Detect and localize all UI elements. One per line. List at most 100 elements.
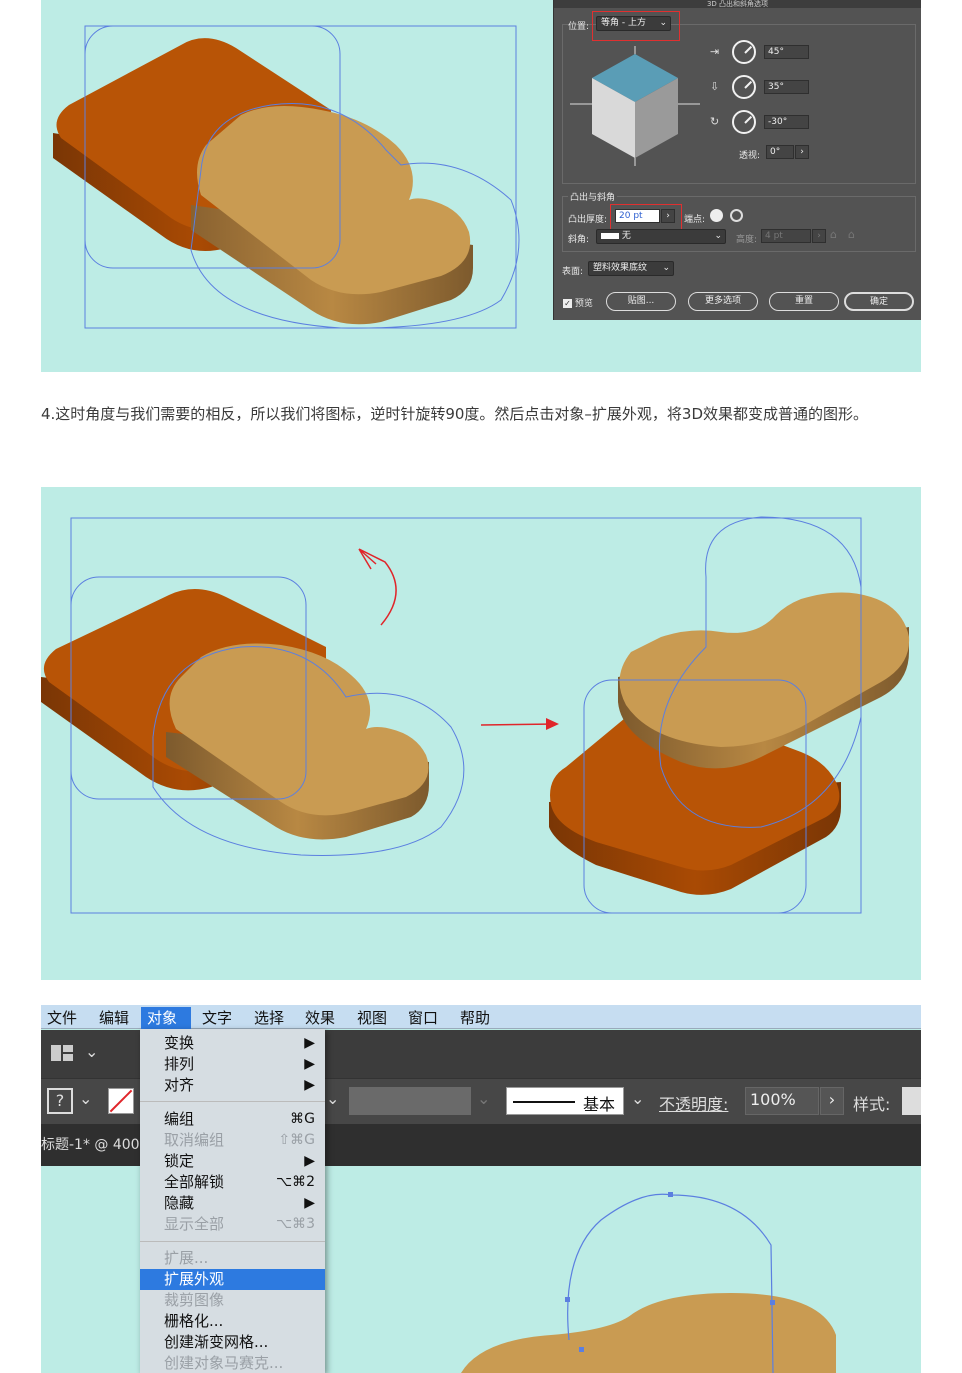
tan-cloud-top <box>619 592 910 747</box>
rotate-x-icon: ⇥ <box>710 45 720 58</box>
extrude-depth-highlight-box <box>610 204 682 232</box>
menu-item-create-gradient-mesh[interactable]: 创建渐变网格... <box>140 1332 325 1353</box>
anchor-point[interactable] <box>579 1347 584 1352</box>
step-caption: 4.这时角度与我们需要的相反，所以我们将图标，逆时针旋转90度。然后点击对象–扩… <box>41 405 868 423</box>
perspective-label: 透视: <box>739 151 761 161</box>
menu-bar: 文件 编辑 对象 文字 选择 效果 视图 窗口 帮助 <box>41 1005 921 1029</box>
menu-item-label: 变换 <box>164 1034 195 1052</box>
rotate-y-knob[interactable] <box>732 75 756 99</box>
perspective-field[interactable]: 0° <box>766 145 794 159</box>
tan-cloud-top <box>197 106 471 295</box>
rotate-y-icon: ⇩ <box>710 80 720 93</box>
position-label: 位置: <box>568 22 590 32</box>
chevron-right-icon[interactable]: › <box>820 1087 844 1115</box>
anchor-point[interactable] <box>770 1300 775 1305</box>
chevron-down-icon: ⌄ <box>662 263 670 273</box>
chevron-right-icon[interactable]: › <box>795 145 809 159</box>
screenshot-rotate-compare <box>41 487 921 980</box>
chevron-down-icon[interactable]: ⌄ <box>79 1089 92 1108</box>
menu-item-expand: 扩展... <box>140 1248 325 1269</box>
menu-item-transform[interactable]: 变换 ▶ <box>140 1033 325 1054</box>
height-field: 4 pt <box>761 229 811 243</box>
bevel-swatch <box>601 232 619 239</box>
menu-effect[interactable]: 效果 <box>299 1007 341 1029</box>
tan-cloud-top <box>461 1293 836 1373</box>
menu-item-unlock-all[interactable]: 全部解锁 ⌥⌘2 <box>140 1172 325 1193</box>
menu-select[interactable]: 选择 <box>248 1007 290 1029</box>
chevron-down-icon[interactable]: ⌄ <box>85 1042 98 1061</box>
style-swatch[interactable] <box>902 1087 921 1115</box>
menu-object[interactable]: 对象 <box>141 1007 191 1029</box>
chevron-down-icon[interactable]: ⌄ <box>631 1089 644 1108</box>
opacity-label[interactable]: 不透明度: <box>659 1091 728 1115</box>
anchor-point[interactable] <box>668 1192 673 1197</box>
arrow-right-icon <box>480 723 557 726</box>
menu-item-group[interactable]: 编组 ⌘G <box>140 1109 325 1130</box>
menu-item-label: 取消编组 <box>164 1131 225 1149</box>
extrude-section-label: 凸出与斜角 <box>568 190 618 203</box>
workspace-icon[interactable] <box>51 1045 73 1061</box>
cap-off-icon[interactable] <box>730 209 743 222</box>
menu-item-label: 创建渐变网格... <box>164 1333 269 1351</box>
stroke-weight-field[interactable] <box>349 1087 471 1115</box>
menu-item-label: 编组 <box>164 1110 195 1128</box>
stroke-none-icon[interactable] <box>108 1088 134 1114</box>
anchor-point[interactable] <box>565 1297 570 1302</box>
menu-item-lock[interactable]: 锁定 ▶ <box>140 1151 325 1172</box>
more-options-button[interactable]: 更多选项 <box>688 292 758 311</box>
menu-item-align[interactable]: 对齐 ▶ <box>140 1075 325 1096</box>
3d-extrude-bevel-dialog: 3D 凸出和斜角选项 位置: 等角 - 上方 ⌄ ⇥ 45° ⇩ 35° ↻ -… <box>553 0 921 320</box>
menu-item-shortcut: ⌥⌘3 <box>275 1216 315 1232</box>
object-menu-dropdown: 变换 ▶ 排列 ▶ 对齐 ▶ 编组 ⌘G 取消编组 ⇧⌘G 锁定 ▶ 全部解锁 ⌥⌘2 隐藏 ▶… <box>140 1029 325 1373</box>
chevron-down-icon[interactable]: ⌄ <box>326 1089 339 1108</box>
stroke-style-dropdown[interactable]: 基本 <box>506 1087 624 1115</box>
cube-preview[interactable] <box>570 46 700 166</box>
artwork-rotate-compare <box>41 516 910 914</box>
help-icon[interactable]: ? <box>47 1088 73 1114</box>
extrude-depth-label: 凸出厚度: <box>568 215 608 225</box>
cap-on-icon[interactable] <box>710 209 723 222</box>
reset-button[interactable]: 重置 <box>769 292 839 311</box>
menu-edit[interactable]: 编辑 <box>93 1007 135 1029</box>
height-label: 高度: <box>736 235 758 245</box>
menu-item-label: 扩展外观 <box>164 1270 225 1288</box>
menu-item-label: 隐藏 <box>164 1194 195 1212</box>
menu-item-label: 扩展... <box>164 1249 209 1267</box>
menu-separator <box>140 1241 325 1242</box>
surface-value: 塑料效果底纹 <box>593 263 648 273</box>
rotate-y-field[interactable]: 35° <box>764 80 809 94</box>
menu-item-arrange[interactable]: 排列 ▶ <box>140 1054 325 1075</box>
menu-separator <box>140 1101 325 1102</box>
rotate-z-knob[interactable] <box>732 110 756 134</box>
menu-window[interactable]: 窗口 <box>402 1007 444 1029</box>
menu-help[interactable]: 帮助 <box>454 1007 496 1029</box>
menu-type[interactable]: 文字 <box>196 1007 238 1029</box>
map-art-button[interactable]: 贴图... <box>606 292 676 311</box>
rotate-x-field[interactable]: 45° <box>764 45 809 59</box>
screenshot-3d-effect: 3D 凸出和斜角选项 位置: 等角 - 上方 ⌄ ⇥ 45° ⇩ 35° ↻ -… <box>41 0 921 372</box>
chevron-right-icon: › <box>812 229 826 243</box>
screenshot-object-menu: ⌄ ? ⌄ ⌄ ⌄ 基本 ⌄ 不透明度: 100% › 样式: 标题-1* @ … <box>41 1005 921 1373</box>
bevel-out-icon: ⌂ <box>830 228 837 241</box>
rotate-z-field[interactable]: -30° <box>764 115 809 129</box>
rotate-x-knob[interactable] <box>732 40 756 64</box>
surface-label: 表面: <box>562 267 584 277</box>
menu-item-expand-appearance[interactable]: 扩展外观 <box>140 1269 325 1290</box>
checkmark-icon: ✓ <box>563 299 572 308</box>
menu-item-crop-image: 裁剪图像 <box>140 1290 325 1311</box>
ok-button[interactable]: 确定 <box>844 292 914 311</box>
chevron-down-icon: ⌄ <box>714 231 722 241</box>
bevel-dropdown[interactable]: 无 ⌄ <box>596 229 726 244</box>
menu-item-hide[interactable]: 隐藏 ▶ <box>140 1193 325 1214</box>
document-tab[interactable]: 标题-1* @ 400 <box>41 1134 140 1154</box>
preview-checkbox[interactable]: ✓ 预览 <box>563 296 593 309</box>
menu-view[interactable]: 视图 <box>351 1007 393 1029</box>
menu-item-shortcut: ⇧⌘G <box>278 1132 315 1148</box>
bevel-label: 斜角: <box>568 235 590 245</box>
menu-item-label: 排列 <box>164 1055 195 1073</box>
surface-dropdown[interactable]: 塑料效果底纹 ⌄ <box>588 261 674 276</box>
menu-file[interactable]: 文件 <box>41 1007 83 1029</box>
menu-item-rasterize[interactable]: 栅格化... <box>140 1311 325 1332</box>
preview-label: 预览 <box>574 299 593 309</box>
opacity-field[interactable]: 100% <box>745 1087 819 1115</box>
